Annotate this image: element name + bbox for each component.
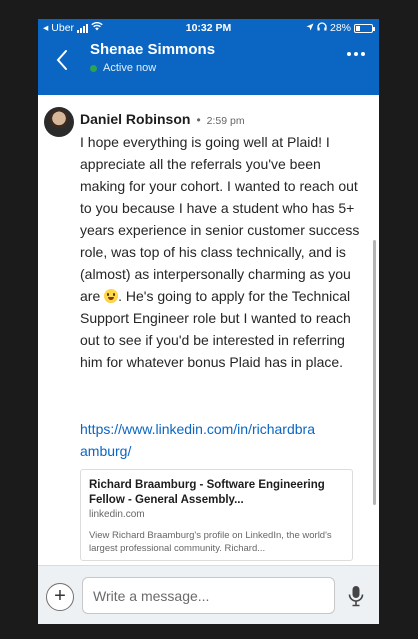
status-bar: ◂ Uber 10:32 PM 28%	[38, 19, 379, 37]
status-right: 28%	[306, 22, 375, 34]
message-header: Daniel Robinson • 2:59 pm	[80, 111, 245, 127]
message-link[interactable]: https://www.linkedin.com/in/richardbraam…	[80, 418, 320, 462]
conversation-header: Shenae Simmons Active now	[38, 37, 379, 95]
compose-bar: +	[38, 565, 379, 624]
battery-icon	[354, 23, 375, 33]
grinning-face-emoji-icon	[104, 289, 119, 303]
battery-percent: 28%	[329, 22, 351, 34]
presence-label: Active now	[103, 62, 157, 74]
chevron-left-icon[interactable]	[56, 47, 76, 77]
battery-level	[356, 25, 361, 31]
link-preview-description: View Richard Braamburg's profile on Link…	[89, 530, 332, 554]
link-preview-title: Richard Braamburg - Software Engineering…	[89, 479, 325, 506]
more-horizontal-icon[interactable]	[347, 52, 365, 56]
message-input[interactable]	[82, 577, 335, 614]
add-attachment-button[interactable]: +	[46, 583, 74, 611]
online-dot-icon	[90, 64, 97, 72]
headphones-icon	[317, 22, 327, 34]
message-body: I hope everything is going well at Plaid…	[80, 131, 360, 373]
sender-name[interactable]: Daniel Robinson	[80, 111, 190, 127]
link-preview-card[interactable]: Richard Braamburg - Software Engineering…	[80, 469, 353, 561]
location-icon	[306, 22, 314, 34]
presence-status: Active now	[90, 62, 156, 74]
message-text-part2: . He's going to apply for the Technical …	[80, 288, 351, 370]
scrollbar[interactable]	[373, 240, 376, 505]
app-screen: ◂ Uber 10:32 PM 28% Shenae Simmons Activ…	[38, 19, 379, 624]
message-thread[interactable]: Daniel Robinson • 2:59 pm I hope everyth…	[38, 95, 379, 565]
avatar[interactable]	[44, 107, 74, 137]
message-text-part1: I hope everything is going well at Plaid…	[80, 134, 360, 304]
microphone-icon[interactable]	[347, 585, 365, 607]
contact-name[interactable]: Shenae Simmons	[90, 41, 215, 58]
separator-dot: •	[196, 113, 201, 127]
message-time: 2:59 pm	[206, 115, 245, 127]
link-preview-domain: linkedin.com	[89, 509, 145, 520]
